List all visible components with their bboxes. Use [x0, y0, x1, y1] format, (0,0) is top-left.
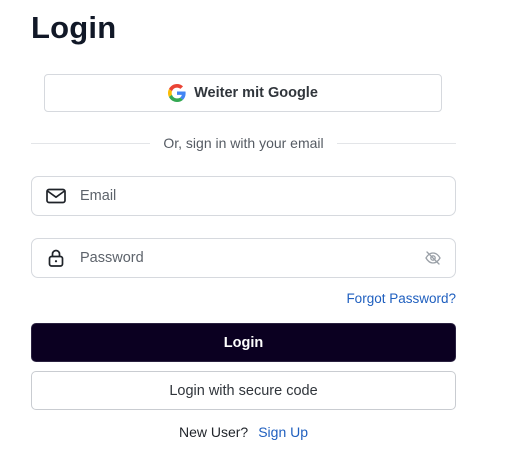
signup-row: New User? Sign Up — [31, 424, 456, 440]
google-g-icon — [168, 84, 186, 102]
google-signin-label: Weiter mit Google — [194, 85, 318, 101]
divider-line-left — [31, 142, 151, 144]
new-user-text: New User? — [178, 424, 249, 440]
password-field-container[interactable] — [31, 238, 456, 278]
eye-off-icon[interactable] — [411, 251, 455, 265]
lock-icon — [32, 249, 80, 267]
forgot-password-link[interactable]: Forgot Password? — [346, 291, 456, 306]
divider-text: Or, sign in with your email — [163, 135, 324, 151]
google-signin-button[interactable]: Weiter mit Google — [44, 74, 442, 112]
page-title: Login — [31, 10, 117, 45]
divider-line-right — [336, 142, 457, 144]
or-divider: Or, sign in with your email — [31, 133, 457, 153]
email-input[interactable] — [80, 177, 455, 215]
password-input[interactable] — [80, 239, 411, 277]
sign-up-link[interactable]: Sign Up — [258, 424, 308, 440]
login-button[interactable]: Login — [31, 323, 456, 362]
secure-code-login-button[interactable]: Login with secure code — [31, 371, 456, 410]
envelope-icon — [32, 188, 80, 204]
email-field-container[interactable] — [31, 176, 456, 216]
